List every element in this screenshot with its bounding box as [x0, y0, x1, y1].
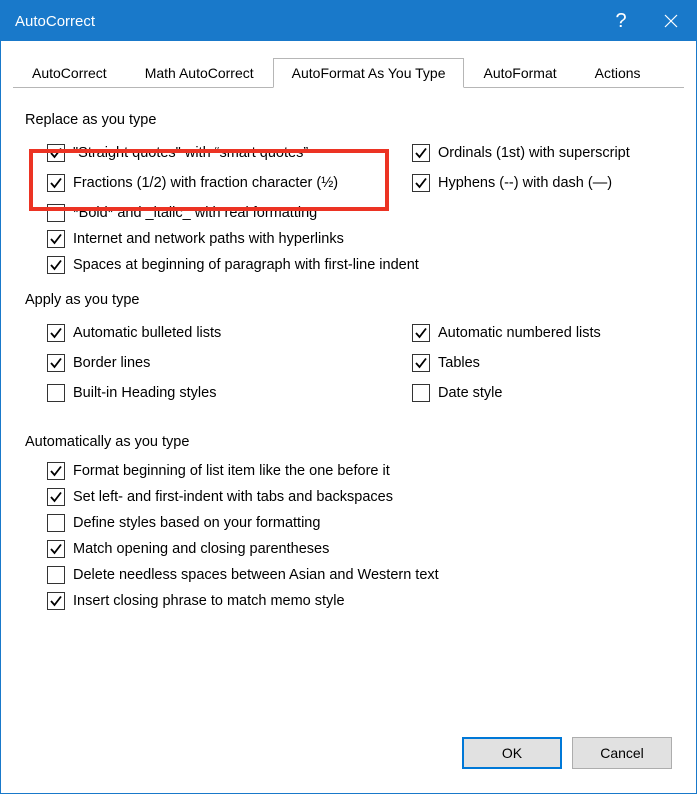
label-auto-bulleted: Automatic bulleted lists [73, 322, 221, 344]
dialog-buttons: OK Cancel [13, 727, 684, 781]
checkbox-straight-quotes[interactable] [47, 144, 65, 162]
cancel-button[interactable]: Cancel [572, 737, 672, 769]
help-button[interactable]: ? [596, 1, 646, 41]
ok-button[interactable]: OK [462, 737, 562, 769]
window-title: AutoCorrect [15, 13, 596, 30]
close-button[interactable] [646, 1, 696, 41]
label-fractions: Fractions (1/2) with fraction character … [73, 172, 338, 194]
checkbox-closing-phrase[interactable] [47, 592, 65, 610]
tab-strip: AutoCorrect Math AutoCorrect AutoFormat … [13, 57, 684, 88]
label-border-lines: Border lines [73, 352, 150, 374]
label-heading-styles: Built-in Heading styles [73, 382, 216, 404]
checkbox-auto-bulleted[interactable] [47, 324, 65, 342]
titlebar: AutoCorrect ? [1, 1, 696, 41]
label-auto-numbered: Automatic numbered lists [438, 322, 601, 344]
label-set-indent: Set left- and first-indent with tabs and… [73, 486, 393, 508]
close-icon [664, 14, 678, 28]
label-bold-italic: *Bold* and _italic_ with real formatting [73, 202, 317, 224]
label-hyphens: Hyphens (--) with dash (—) [438, 172, 612, 194]
checkbox-tables[interactable] [412, 354, 430, 372]
tab-actions[interactable]: Actions [576, 58, 660, 88]
replace-row-1: "Straight quotes" with “smart quotes” Or… [47, 138, 672, 168]
label-straight-quotes: "Straight quotes" with “smart quotes” [73, 142, 308, 164]
tab-autocorrect[interactable]: AutoCorrect [13, 58, 126, 88]
label-delete-spaces: Delete needless spaces between Asian and… [73, 564, 439, 586]
checkbox-set-indent[interactable] [47, 488, 65, 506]
label-match-parentheses: Match opening and closing parentheses [73, 538, 329, 560]
label-closing-phrase: Insert closing phrase to match memo styl… [73, 590, 345, 612]
checkbox-date-style[interactable] [412, 384, 430, 402]
label-format-list-item: Format beginning of list item like the o… [73, 460, 390, 482]
tab-math-autocorrect[interactable]: Math AutoCorrect [126, 58, 273, 88]
checkbox-delete-spaces[interactable] [47, 566, 65, 584]
dialog-content: AutoCorrect Math AutoCorrect AutoFormat … [1, 41, 696, 793]
label-internet-paths: Internet and network paths with hyperlin… [73, 228, 344, 250]
label-define-styles: Define styles based on your formatting [73, 512, 320, 534]
checkbox-fractions[interactable] [47, 174, 65, 192]
label-ordinals: Ordinals (1st) with superscript [438, 142, 630, 164]
tab-autoformat[interactable]: AutoFormat [464, 58, 575, 88]
checkbox-hyphens[interactable] [412, 174, 430, 192]
checkbox-border-lines[interactable] [47, 354, 65, 372]
section-apply-title: Apply as you type [25, 292, 672, 308]
checkbox-heading-styles[interactable] [47, 384, 65, 402]
checkbox-internet-paths[interactable] [47, 230, 65, 248]
label-tables: Tables [438, 352, 480, 374]
checkbox-first-line-indent[interactable] [47, 256, 65, 274]
checkbox-format-list-item[interactable] [47, 462, 65, 480]
label-first-line-indent: Spaces at beginning of paragraph with fi… [73, 254, 419, 276]
checkbox-ordinals[interactable] [412, 144, 430, 162]
label-date-style: Date style [438, 382, 502, 404]
autocorrect-dialog: AutoCorrect ? AutoCorrect Math AutoCorre… [0, 0, 697, 794]
checkbox-match-parentheses[interactable] [47, 540, 65, 558]
section-replace-title: Replace as you type [25, 112, 672, 128]
tab-panel: Replace as you type "Straight quotes" wi… [13, 88, 684, 727]
section-auto-title: Automatically as you type [25, 434, 672, 450]
checkbox-bold-italic[interactable] [47, 204, 65, 222]
tab-autoformat-as-you-type[interactable]: AutoFormat As You Type [273, 58, 465, 88]
replace-row-2: Fractions (1/2) with fraction character … [47, 168, 672, 198]
checkbox-auto-numbered[interactable] [412, 324, 430, 342]
checkbox-define-styles[interactable] [47, 514, 65, 532]
